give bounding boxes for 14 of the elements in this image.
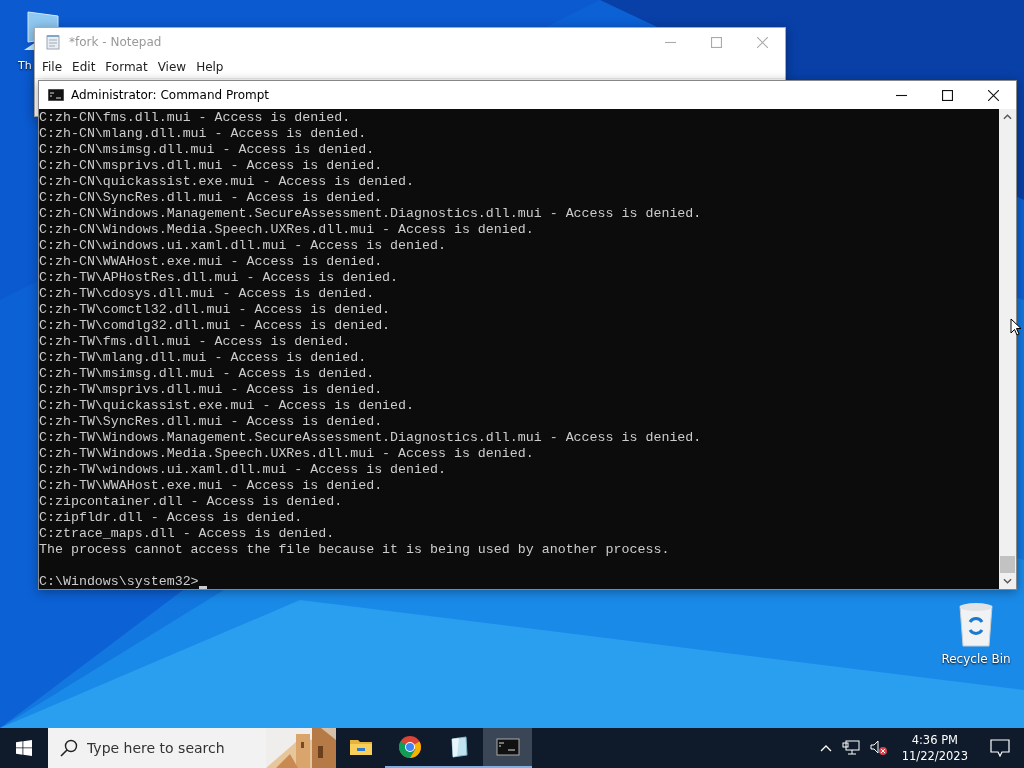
- speaker-muted-icon[interactable]: [869, 740, 888, 756]
- search-icon: [60, 739, 78, 757]
- network-icon[interactable]: [841, 740, 860, 756]
- clock[interactable]: 4:36 PM 11/22/2023: [897, 732, 972, 764]
- console-icon: [495, 735, 520, 759]
- search-field[interactable]: Type here to search: [87, 738, 237, 758]
- search-box[interactable]: Type here to search: [48, 728, 336, 768]
- clock-date: 11/22/2023: [901, 748, 968, 764]
- windows-logo-icon: [16, 740, 32, 756]
- taskbar-app-button[interactable]: [483, 728, 532, 768]
- notifications-icon[interactable]: [990, 739, 1010, 757]
- chevron-up-icon[interactable]: [819, 744, 832, 752]
- chrome-icon: [397, 735, 422, 759]
- clock-time: 4:36 PM: [911, 732, 958, 748]
